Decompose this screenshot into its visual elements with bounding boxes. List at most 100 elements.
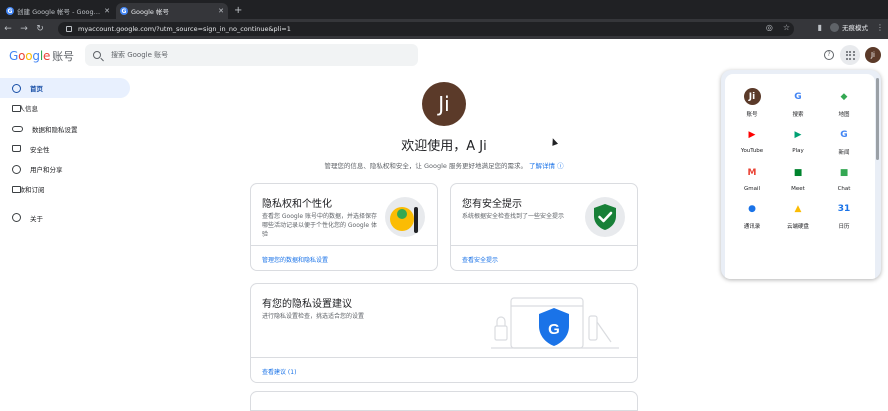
card-description: 进行隐私设置检查，挑选适合您的设置 (262, 313, 365, 320)
play-icon: ▶ (789, 126, 807, 143)
app-label: Meet (791, 186, 805, 192)
sidebar-item-people-sharing[interactable]: 用户和分享 (0, 159, 130, 179)
svg-text:G: G (548, 321, 560, 338)
tab-google-account[interactable]: G Google 帐号 ✕ (116, 3, 228, 19)
app-launcher-item[interactable]: G 搜索 (775, 88, 821, 118)
google-account-logo[interactable]: Google 账号 (9, 48, 74, 64)
tab-title: 创建 Google 帐号 - Google 帐号 (17, 8, 101, 16)
account-avatar-icon: Ji (743, 88, 761, 105)
lock-icon (12, 145, 21, 153)
gmail-icon: M (743, 164, 761, 181)
toggle-icon (12, 125, 23, 132)
app-label: 云端硬盘 (786, 224, 809, 230)
incognito-mode-button[interactable]: 无痕模式 (830, 22, 868, 32)
app-launcher-item[interactable]: 31 日历 (821, 200, 867, 230)
more-menu-icon[interactable]: ⋮ (876, 23, 884, 32)
account-search-input[interactable]: 搜索 Google 账号 (85, 44, 418, 66)
app-label: 新闻 (838, 150, 850, 156)
side-panel-icon[interactable]: ▮ (818, 23, 822, 32)
welcome-heading: 欢迎使用，A Ji (401, 139, 487, 154)
lock-icon (66, 26, 72, 32)
app-launcher-item[interactable]: M Gmail (729, 164, 775, 192)
security-card[interactable]: 您有安全提示 系统根据安全检查找到了一些安全提示 查看安全提示 (450, 183, 638, 271)
app-launcher-item[interactable]: ■ Chat (821, 164, 867, 192)
next-card (250, 391, 638, 411)
incognito-icon (830, 22, 839, 32)
card-title: 隐私权和个性化 (262, 199, 332, 210)
card-title: 有您的隐私设置建议 (262, 299, 352, 310)
google-apps-panel: Ji 账号 G 搜索 ◆ 地图 ▶ YouTube ▶ Play G 新闻 M Gmail ■ Meet ■ Ch… (721, 70, 881, 279)
app-launcher-item[interactable]: ▲ 云端硬盘 (775, 200, 821, 230)
person-card-icon (12, 104, 21, 112)
sidebar-item-personal-info[interactable]: 个人信息 (0, 98, 130, 118)
star-icon[interactable]: ☆ (783, 23, 790, 32)
browser-tab-strip: G 创建 Google 帐号 - Google 帐号 ✕ G Google 帐号… (0, 0, 888, 19)
app-label: 日历 (838, 224, 850, 230)
reload-icon[interactable]: ↻ (32, 24, 48, 34)
welcome-subtitle: 管理您的信息、隐私权和安全，让 Google 服务更好地满足您的需求。 了解详情… (250, 160, 638, 170)
eye-off-icon[interactable]: ◎ (766, 23, 773, 32)
app-label: 账号 (746, 112, 758, 118)
sidebar-item-data-privacy[interactable]: 数据和隐私设置 (0, 119, 130, 139)
app-launcher-item[interactable]: Ji 账号 (729, 88, 775, 118)
address-bar-actions: ◎ ☆ (766, 23, 790, 32)
new-tab-button[interactable]: + (234, 3, 242, 19)
drive-icon: ▲ (789, 200, 807, 217)
help-icon[interactable]: ? (824, 50, 834, 60)
home-icon (12, 83, 21, 93)
profile-avatar[interactable]: Ji (422, 82, 466, 126)
sidebar-item-home[interactable]: 首页 (0, 78, 130, 98)
app-launcher-item[interactable]: ▶ Play (775, 126, 821, 156)
browser-right-controls: ▮ 无痕模式 ⋮ (818, 22, 884, 32)
news-icon: G (835, 126, 853, 143)
meet-icon: ■ (789, 164, 807, 181)
privacy-card-link[interactable]: 管理您的数据和隐私设置 (251, 245, 437, 270)
app-launcher-item[interactable]: ◆ 地图 (821, 88, 867, 118)
apps-panel-scrollbar[interactable] (876, 78, 879, 160)
subtitle-text: 管理您的信息、隐私权和安全，让 Google 服务更好地满足您的需求。 (324, 162, 527, 170)
google-favicon-icon: G (6, 7, 14, 15)
sidebar-item-about[interactable]: 关于 (0, 208, 130, 228)
tab-title: Google 帐号 (131, 8, 169, 16)
app-label: YouTube (740, 148, 764, 154)
app-launcher-item[interactable]: ■ Meet (775, 164, 821, 192)
google-search-icon: G (789, 88, 807, 105)
privacy-checkup-illustration-icon: G (491, 297, 619, 349)
card-description: 系统根据安全检查找到了一些安全提示 (462, 213, 565, 220)
google-favicon-icon: G (120, 7, 128, 15)
learn-more-link[interactable]: 了解详情 (529, 162, 555, 170)
help-circle-icon: ⓘ (557, 162, 564, 170)
shield-check-icon (585, 197, 625, 237)
app-launcher-item[interactable]: ▶ YouTube (729, 126, 775, 156)
sidebar-item-security[interactable]: 安全性 (0, 139, 130, 159)
search-icon (93, 51, 101, 59)
maps-icon: ◆ (835, 88, 853, 105)
url-text: myaccount.google.com/?utm_source=sign_in… (78, 25, 291, 33)
sidebar-item-payments[interactable]: 付款和订阅 (0, 179, 130, 199)
address-bar[interactable]: myaccount.google.com/?utm_source=sign_in… (58, 22, 794, 36)
sidebar-item-label: 关于 (30, 214, 43, 223)
privacy-recommendation-card[interactable]: 有您的隐私设置建议 进行隐私设置检查，挑选适合您的设置 G 查看建议 (1) (250, 283, 638, 383)
header-avatar[interactable]: Ji (865, 47, 881, 63)
card-description: 查看您 Google 账号中的数据，并选择保存哪些活动记录以便于个性化您的 Go… (262, 213, 377, 238)
app-label: 地图 (838, 112, 850, 118)
sidebar-item-label: 数据和隐私设置 (32, 125, 78, 134)
app-label: 通讯录 (743, 224, 761, 230)
forward-arrow-icon[interactable]: → (16, 24, 32, 34)
back-arrow-icon[interactable]: ← (0, 24, 16, 34)
tab-create-account[interactable]: G 创建 Google 帐号 - Google 帐号 ✕ (2, 3, 114, 19)
security-card-link[interactable]: 查看安全提示 (451, 245, 637, 270)
recommendations-card-link[interactable]: 查看建议 (1) (251, 357, 637, 382)
app-launcher-item[interactable]: G 新闻 (821, 126, 867, 156)
close-icon[interactable]: ✕ (218, 7, 224, 15)
credit-card-icon (12, 185, 21, 193)
app-launcher-item[interactable]: ● 通讯录 (729, 200, 775, 230)
people-icon (12, 164, 21, 174)
calendar-icon: 31 (835, 200, 853, 217)
sidebar-item-label: 安全性 (30, 145, 50, 154)
close-icon[interactable]: ✕ (104, 7, 110, 15)
apps-grid: Ji 账号 G 搜索 ◆ 地图 ▶ YouTube ▶ Play G 新闻 M Gmail ■ Meet ■ Ch… (729, 88, 867, 230)
privacy-card[interactable]: 隐私权和个性化 查看您 Google 账号中的数据，并选择保存哪些活动记录以便于… (250, 183, 438, 271)
app-label: Gmail (743, 186, 761, 192)
apps-grid-button[interactable] (840, 45, 860, 65)
